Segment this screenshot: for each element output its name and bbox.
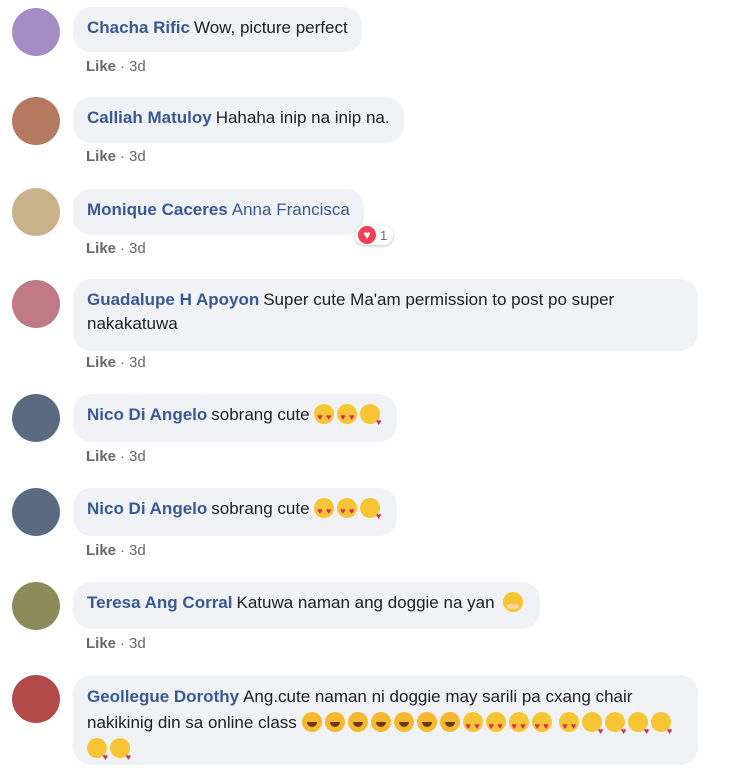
separator-dot: · [120,58,126,75]
rolling-laughing-emoji-icon [416,712,437,732]
heart-eyes-emoji-icon [462,712,483,739]
avatar[interactable] [12,394,60,442]
like-button[interactable]: Like [86,240,116,257]
rolling-laughing-emoji-icon [439,712,460,732]
kiss-emoji-icon [605,712,626,744]
rolling-laughing-emoji-icon [370,712,391,732]
rolling-laughing-emoji-icon [324,712,345,732]
heart-eyes-emoji-icon [337,498,358,523]
separator-dot: · [120,448,126,465]
separator-dot: · [120,148,126,165]
avatar[interactable] [12,188,60,236]
rolling-laughing-emoji-icon [301,712,322,732]
avatar[interactable] [12,280,60,328]
like-button[interactable]: Like [86,448,116,465]
rolling-laughing-emoji-icon [347,712,368,732]
rolling-laughing-emoji-icon [393,712,414,732]
like-button[interactable]: Like [86,58,116,75]
comment-text: sobrang cute [211,499,310,518]
comment-bubble: Chacha Rific Wow, picture perfect [73,7,362,52]
love-icon: ♥ [358,226,376,244]
timestamp-link[interactable]: 3d [129,542,146,559]
heart-eyes-emoji-icon [485,712,506,739]
comment-bubble: Geollegue Dorothy Ang.cute naman ni doggi… [73,675,698,770]
kiss-emoji-icon [110,738,131,770]
kiss-emoji-icon [582,712,603,744]
comment-bubble: Teresa Ang Corral Katuwa naman ang doggie… [73,582,541,629]
heart-eyes-emoji-icon [508,712,529,739]
comment-author-link[interactable]: Nico Di Angelo [87,405,207,424]
timestamp-link[interactable]: 3d [129,354,146,371]
comment-bubble: Nico Di Angelo sobrang cute [73,394,398,442]
comment-author-link[interactable]: Guadalupe H Apoyon [87,290,259,309]
timestamp-link[interactable]: 3d [129,448,146,465]
comment-meta: Like · 3d [86,240,146,257]
comment-meta: Like · 3d [86,448,146,465]
comment-bubble: Nico Di Angelo sobrang cute [73,488,398,536]
separator-dot: · [120,542,126,559]
comment-author-link[interactable]: Teresa Ang Corral [87,593,233,612]
heart-eyes-emoji-icon [314,404,335,429]
comment-meta: Like · 3d [86,58,146,75]
comment-text[interactable]: Anna Francisca [232,200,350,219]
like-button[interactable]: Like [86,354,116,371]
hugging-face-emoji-icon [503,592,524,612]
like-button[interactable]: Like [86,148,116,165]
comment-bubble: Calliah Matuloy Hahaha inip na inip na. [73,97,404,143]
avatar[interactable] [12,8,60,56]
like-button[interactable]: Like [86,635,116,652]
comment-meta: Like · 3d [86,542,146,559]
heart-eyes-emoji-icon [531,712,552,739]
kiss-emoji-icon [360,498,381,528]
comment-author-link[interactable]: Calliah Matuloy [87,108,212,127]
avatar[interactable] [12,675,60,723]
separator-dot: · [120,635,126,652]
comment-bubble: Guadalupe H Apoyon Super cute Ma'am permi… [73,279,698,351]
timestamp-link[interactable]: 3d [129,635,146,652]
like-button[interactable]: Like [86,542,116,559]
heart-eyes-emoji-icon [337,404,358,429]
timestamp-link[interactable]: 3d [129,58,146,75]
avatar[interactable] [12,582,60,630]
comment-meta: Like · 3d [86,635,146,652]
heart-eyes-emoji-icon [559,712,580,739]
kiss-emoji-icon [651,712,672,744]
comment-author-link[interactable]: Nico Di Angelo [87,499,207,518]
timestamp-link[interactable]: 3d [129,240,146,257]
comment-author-link[interactable]: Geollegue Dorothy [87,687,239,706]
reaction-summary[interactable]: ♥ 1 [355,225,394,245]
separator-dot: · [120,240,126,257]
kiss-emoji-icon [360,404,381,434]
comment-text: sobrang cute [211,405,310,424]
separator-dot: · [120,354,126,371]
comment-text: Wow, picture perfect [193,18,348,37]
heart-eyes-emoji-icon [314,498,335,523]
reaction-count: 1 [380,227,388,243]
kiss-emoji-icon [87,738,108,770]
comment-bubble: Monique Caceres Anna Francisca [73,189,364,235]
timestamp-link[interactable]: 3d [129,148,146,165]
comment-text: Katuwa naman ang doggie na yan [236,593,495,612]
avatar[interactable] [12,488,60,536]
kiss-emoji-icon [628,712,649,744]
comment-text: Hahaha inip na inip na. [215,108,390,127]
comment-author-link[interactable]: Chacha Rific [87,18,190,37]
comment-meta: Like · 3d [86,148,146,165]
comment-author-link[interactable]: Monique Caceres [87,200,228,219]
avatar[interactable] [12,97,60,145]
comment-meta: Like · 3d [86,354,146,371]
